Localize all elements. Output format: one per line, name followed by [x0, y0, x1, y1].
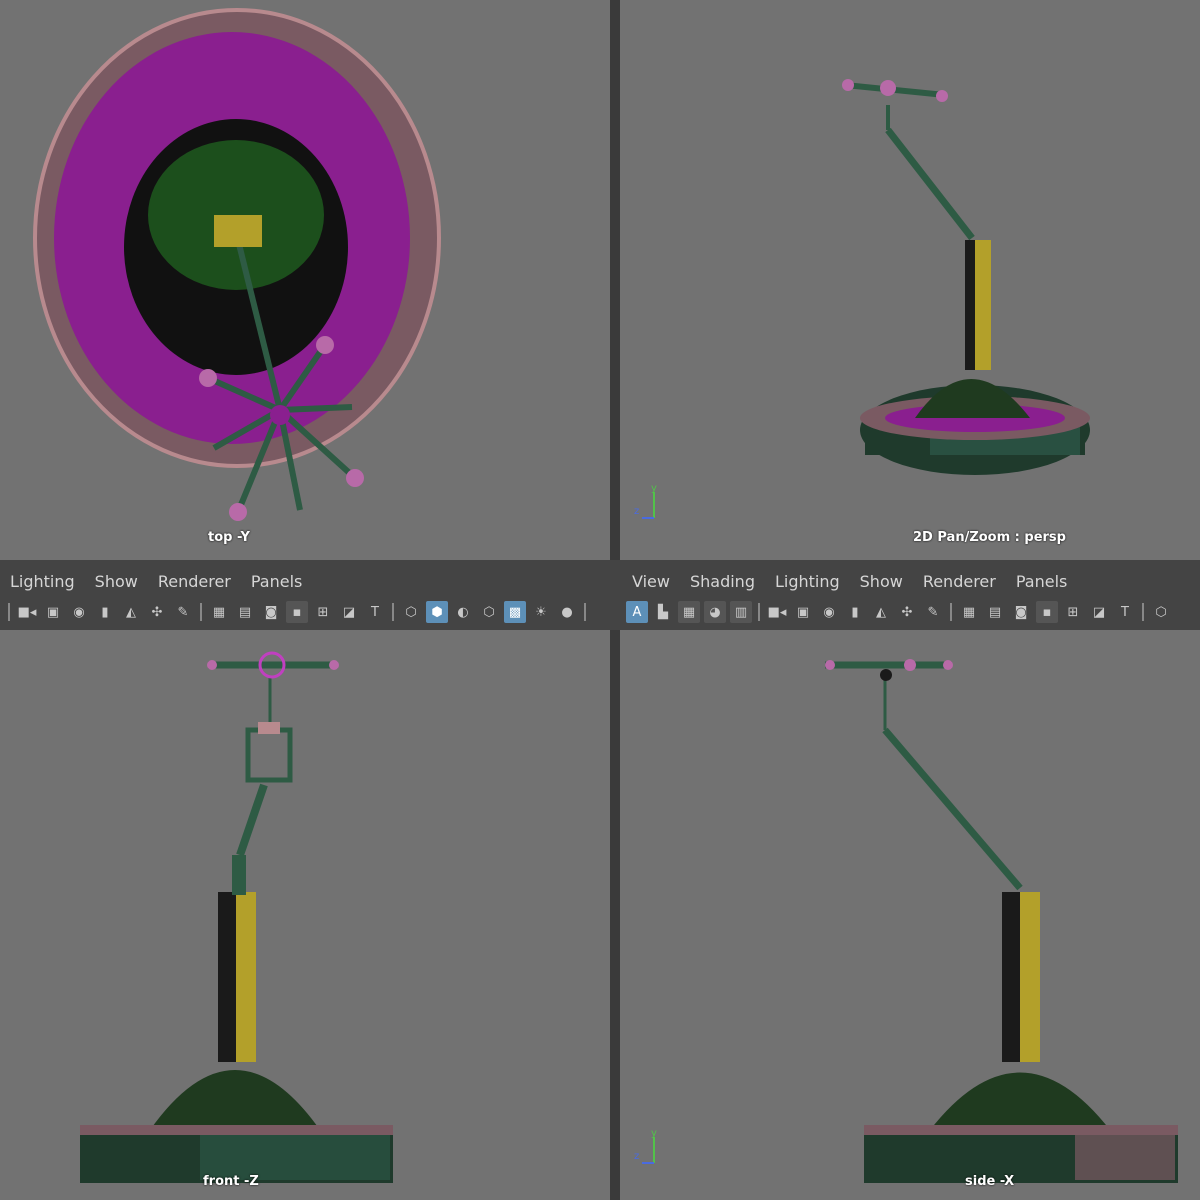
- axis-gizmo-side: y z: [634, 1128, 657, 1164]
- menu-show[interactable]: Show: [850, 568, 913, 594]
- pencil-icon[interactable]: ✎: [172, 601, 194, 623]
- film-gate-icon[interactable]: ▤: [234, 601, 256, 623]
- right-panel-menubar: View Shading Lighting Show Renderer Pane…: [622, 568, 1077, 594]
- bookmark-icon[interactable]: ▮: [844, 601, 866, 623]
- front-view-scene: [80, 651, 393, 1183]
- texture-icon[interactable]: ▦: [678, 601, 700, 623]
- smooth-shade-icon[interactable]: ⬢: [426, 601, 448, 623]
- svg-text:z: z: [634, 506, 639, 517]
- menu-show[interactable]: Show: [85, 568, 148, 594]
- viewport-label-front: front -Z: [203, 1174, 259, 1189]
- toolbar-separator: [758, 603, 760, 621]
- top-view-scene: [33, 8, 441, 521]
- panel-toolbars: Lighting Show Renderer Panels View Shadi…: [0, 560, 1200, 630]
- toolbar-separator: [950, 603, 952, 621]
- grid-icon[interactable]: ▦: [958, 601, 980, 623]
- bookmark-icon[interactable]: ▮: [94, 601, 116, 623]
- isolate-icon[interactable]: A: [626, 601, 648, 623]
- gate-mask-icon[interactable]: ▪: [1036, 601, 1058, 623]
- grid-icon[interactable]: ▦: [208, 601, 230, 623]
- wireframe-icon[interactable]: ⬡: [400, 601, 422, 623]
- shade-selected-icon[interactable]: ◐: [452, 601, 474, 623]
- base-dome: [150, 1070, 320, 1130]
- menu-view[interactable]: View: [622, 568, 680, 594]
- menu-panels[interactable]: Panels: [241, 568, 313, 594]
- toolbar-separator: [1142, 603, 1144, 621]
- left-panel-menubar: Lighting Show Renderer Panels: [0, 568, 312, 594]
- viewport-front[interactable]: front -Z: [0, 630, 610, 1200]
- menu-lighting[interactable]: Lighting: [765, 568, 850, 594]
- lower-arm: [236, 783, 268, 857]
- select-icon[interactable]: ◭: [120, 601, 142, 623]
- field-chart-icon[interactable]: ⊞: [312, 601, 334, 623]
- safe-action-icon[interactable]: ◪: [338, 601, 360, 623]
- arm: [882, 727, 1023, 891]
- viewport-label-persp: 2D Pan/Zoom : persp: [913, 530, 1066, 545]
- select-icon[interactable]: ◭: [870, 601, 892, 623]
- safe-title-icon[interactable]: T: [364, 601, 386, 623]
- sphere-icon[interactable]: ◕: [704, 601, 726, 623]
- shadows-icon[interactable]: ●: [556, 601, 578, 623]
- toolbar-separator: [8, 603, 10, 621]
- toolbar-separator: [584, 603, 586, 621]
- menu-renderer[interactable]: Renderer: [913, 568, 1006, 594]
- base-dome: [930, 1072, 1110, 1130]
- viewport-top[interactable]: top -Y: [0, 0, 610, 560]
- menu-shading[interactable]: Shading: [680, 568, 765, 594]
- svg-text:y: y: [651, 483, 657, 494]
- pencil-icon[interactable]: ✎: [922, 601, 944, 623]
- viewport-label-top: top -Y: [208, 530, 250, 545]
- left-panel-iconbar: ■◂ ▣ ◉ ▮ ◭ ✣ ✎ ▦ ▤ ◙ ▪ ⊞ ◪ T ⬡ ⬢ ◐ ⬡ ▩ ☀…: [4, 598, 590, 626]
- wireframe-shaded-icon[interactable]: ▩: [504, 601, 526, 623]
- camera-lock-icon[interactable]: ▣: [42, 601, 64, 623]
- image-plane-icon[interactable]: ▙: [652, 601, 674, 623]
- persp-view-scene: [842, 79, 1090, 475]
- lamp-head: [214, 215, 262, 247]
- arm: [885, 127, 975, 241]
- menu-panels[interactable]: Panels: [1006, 568, 1078, 594]
- axis-gizmo-persp: y z: [634, 483, 657, 519]
- viewport-persp[interactable]: y z 2D Pan/Zoom : persp: [620, 0, 1200, 560]
- safe-action-icon[interactable]: ◪: [1088, 601, 1110, 623]
- film-gate-icon[interactable]: ▤: [984, 601, 1006, 623]
- xray-icon[interactable]: ⬡: [478, 601, 500, 623]
- svg-text:y: y: [651, 1128, 657, 1139]
- camera-attr-icon[interactable]: ◉: [818, 601, 840, 623]
- resolution-gate-icon[interactable]: ◙: [1010, 601, 1032, 623]
- viewport-label-side: side -X: [965, 1174, 1015, 1189]
- uv-icon[interactable]: ▥: [730, 601, 752, 623]
- camera-icon[interactable]: ■◂: [16, 601, 38, 623]
- upper-arm: [245, 727, 293, 783]
- menu-renderer[interactable]: Renderer: [148, 568, 241, 594]
- wireframe-icon[interactable]: ⬡: [1150, 601, 1172, 623]
- right-panel-iconbar: A ▙ ▦ ◕ ▥ ■◂ ▣ ◉ ▮ ◭ ✣ ✎ ▦ ▤ ◙ ▪ ⊞ ◪ T ⬡: [624, 598, 1174, 626]
- menu-lighting[interactable]: Lighting: [0, 568, 85, 594]
- toolbar-separator: [392, 603, 394, 621]
- svg-text:z: z: [634, 1151, 639, 1162]
- side-view-scene: [825, 659, 1178, 1183]
- move-icon[interactable]: ✣: [146, 601, 168, 623]
- camera-lock-icon[interactable]: ▣: [792, 601, 814, 623]
- toolbar-separator: [200, 603, 202, 621]
- move-icon[interactable]: ✣: [896, 601, 918, 623]
- viewport-side[interactable]: y z side -X: [620, 630, 1200, 1200]
- resolution-gate-icon[interactable]: ◙: [260, 601, 282, 623]
- camera-icon[interactable]: ■◂: [766, 601, 788, 623]
- safe-title-icon[interactable]: T: [1114, 601, 1136, 623]
- gate-mask-icon[interactable]: ▪: [286, 601, 308, 623]
- field-chart-icon[interactable]: ⊞: [1062, 601, 1084, 623]
- camera-attr-icon[interactable]: ◉: [68, 601, 90, 623]
- lights-icon[interactable]: ☀: [530, 601, 552, 623]
